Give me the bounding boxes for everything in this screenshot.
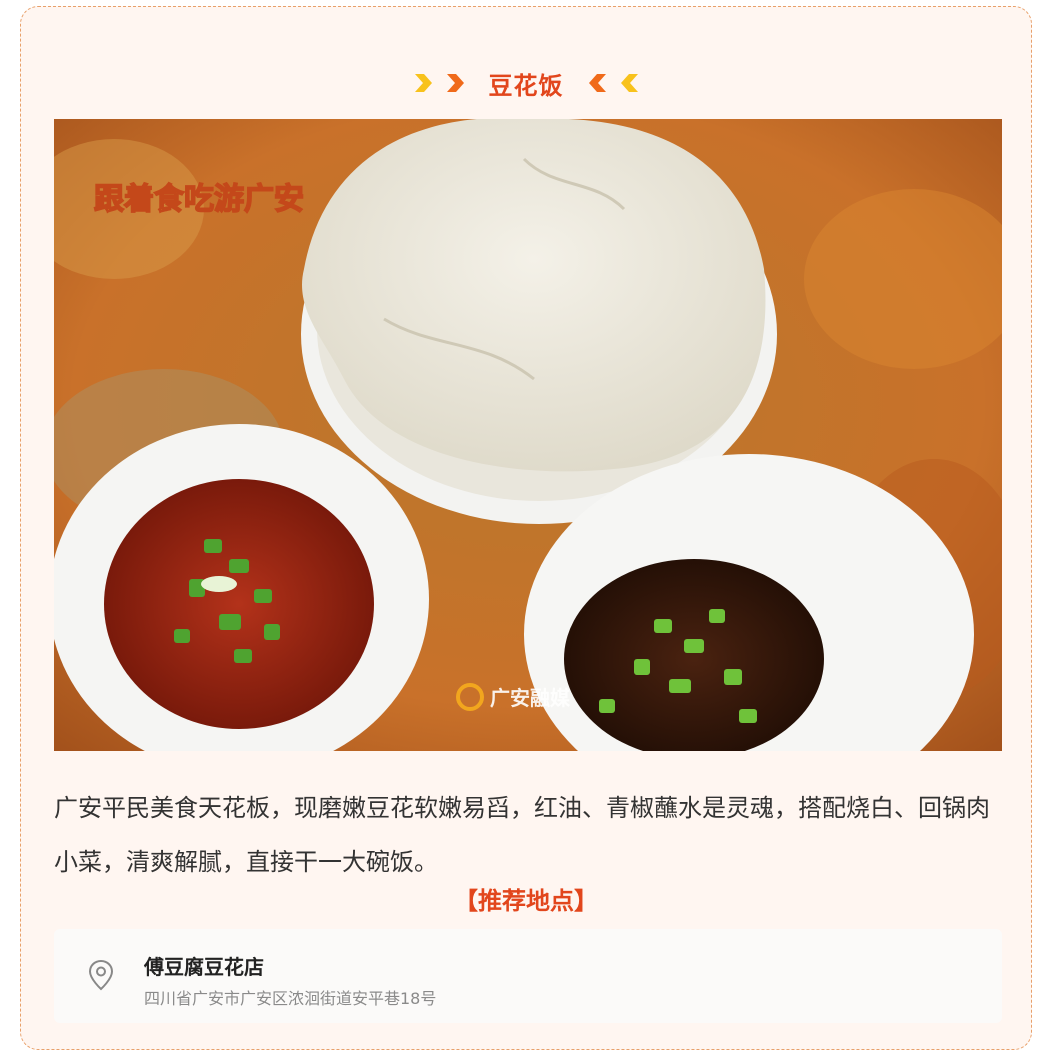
chevron-right-icon — [414, 74, 432, 92]
section-title: 豆花饭 — [488, 71, 564, 100]
location-address: 四川省广安市广安区浓洄街道安平巷18号 — [144, 989, 437, 1008]
douhua-rice-photo: 跟着食吃游广安 广安融媒 — [54, 119, 1002, 751]
food-card: 豆花饭 跟着食吃游广安 广安融媒 广安平民美食天花板，现磨嫩豆花软嫩易舀，红油、… — [20, 6, 1032, 1050]
section-header: 豆花饭 — [21, 57, 1031, 109]
chevron-right-icon — [446, 74, 464, 92]
watermark: 广安融媒 — [490, 686, 571, 710]
chevron-left-icon — [620, 74, 638, 92]
chevron-left-icon — [588, 74, 606, 92]
map-pin-icon — [88, 959, 114, 991]
location-name: 傅豆腐豆花店 — [144, 955, 264, 979]
recommend-heading: 【推荐地点】 — [454, 887, 598, 915]
food-photo: 跟着食吃游广安 广安融媒 — [54, 119, 1002, 751]
food-description: 广安平民美食天花板，现磨嫩豆花软嫩易舀，红油、青椒蘸水是灵魂，搭配烧白、回锅肉小… — [54, 794, 990, 876]
brand-logo: 跟着食吃游广安 — [94, 182, 304, 217]
location-card[interactable]: 傅豆腐豆花店 四川省广安市广安区浓洄街道安平巷18号 — [54, 929, 1002, 1023]
